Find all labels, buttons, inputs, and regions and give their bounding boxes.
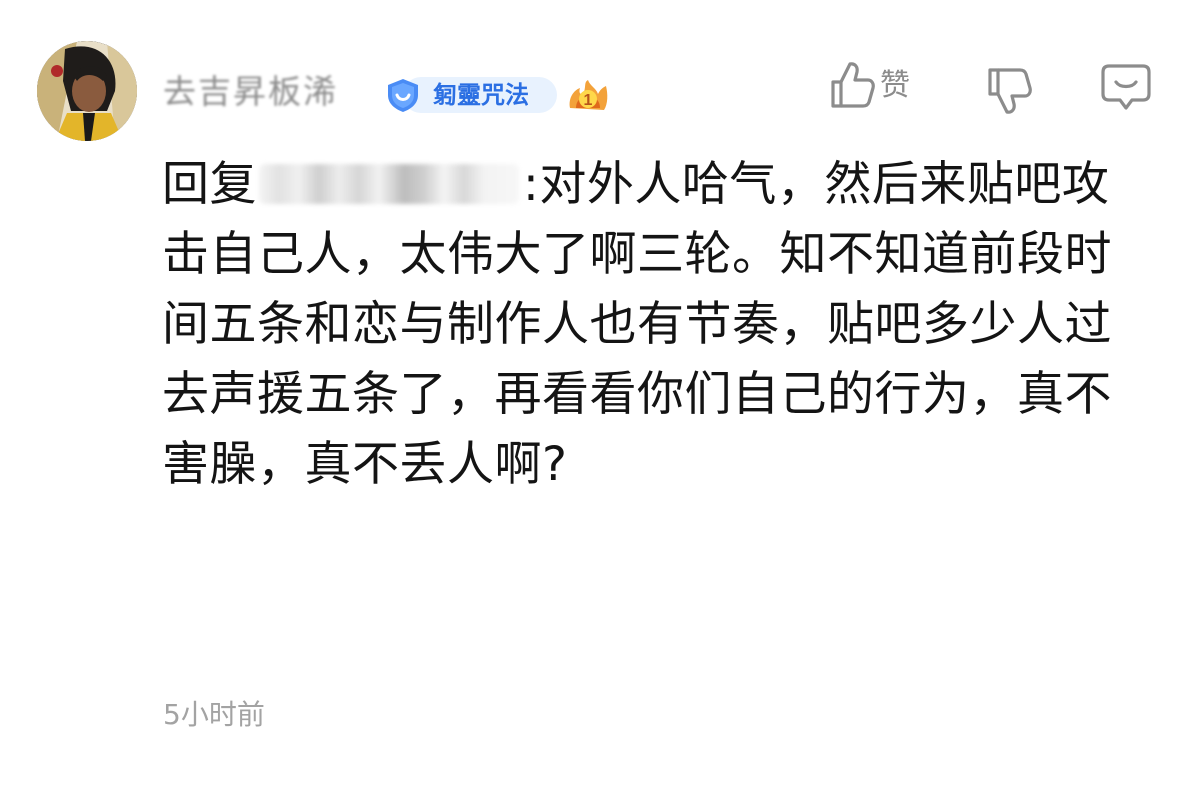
- dislike-button[interactable]: [984, 66, 1034, 116]
- avatar[interactable]: [37, 41, 137, 141]
- comment-body: 回复:对外人哈气，然后来贴吧攻击自己人，太伟大了啊三轮。知不知道前段时间五条和恋…: [162, 150, 1122, 500]
- thumbs-up-icon: [831, 62, 875, 108]
- like-label: 赞: [880, 68, 910, 103]
- level-flame-icon: 1: [569, 80, 608, 110]
- thumbs-down-icon: [988, 68, 1032, 114]
- comment-timestamp: 5小时前: [163, 698, 265, 731]
- author-name[interactable]: 去吉昇板浠: [163, 70, 338, 114]
- avatar-image: [37, 41, 137, 141]
- reply-button[interactable]: [1099, 62, 1153, 114]
- mentioned-user-redacted[interactable]: [259, 164, 519, 204]
- level-badge: 1: [566, 80, 610, 114]
- reply-prefix: 回复: [162, 157, 257, 212]
- badge-label: 匑靈咒法: [403, 77, 557, 113]
- level-number: 1: [584, 92, 593, 109]
- member-badge[interactable]: 匑靈咒法: [383, 75, 557, 115]
- reply-bubble-icon: [1101, 64, 1151, 110]
- like-button[interactable]: 赞: [828, 60, 928, 112]
- badge-shield-icon: [388, 79, 418, 112]
- comment-text: :对外人哈气，然后来贴吧攻击自己人，太伟大了啊三轮。知不知道前段时间五条和恋与制…: [162, 157, 1112, 492]
